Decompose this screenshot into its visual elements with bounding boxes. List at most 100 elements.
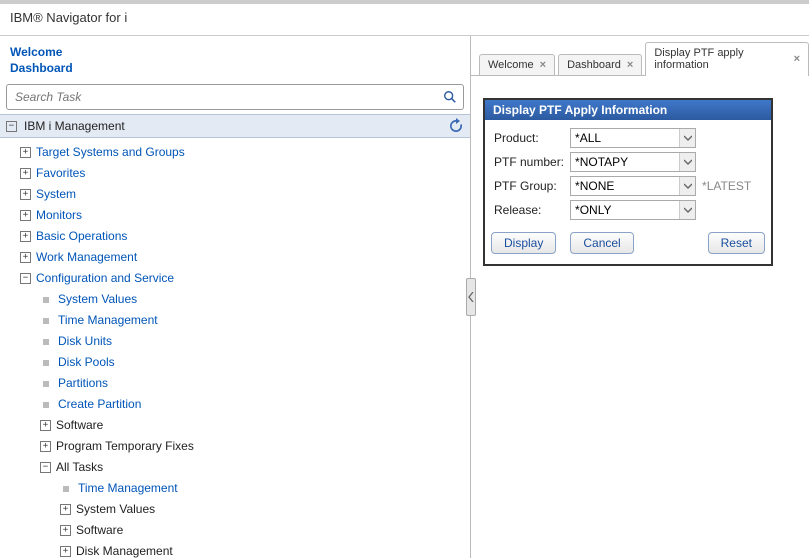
reset-button[interactable]: Reset — [708, 232, 765, 254]
tab-dashboard[interactable]: Dashboard× — [558, 54, 642, 75]
tab-label: Welcome — [488, 59, 534, 71]
tree-item-label: System Values — [76, 501, 155, 518]
search-icon — [443, 90, 457, 104]
expand-icon[interactable]: + — [20, 189, 31, 200]
chevron-down-icon[interactable] — [679, 201, 695, 219]
tree-item-label: System — [36, 186, 76, 203]
tree-item-label: Basic Operations — [36, 228, 127, 245]
tree-item-label: Software — [56, 417, 103, 434]
tree-item-label: Disk Units — [58, 333, 112, 350]
tree-item[interactable]: + Monitors — [0, 205, 470, 226]
tree-item-label: Disk Management — [76, 543, 173, 558]
bullet-icon — [43, 381, 49, 387]
expand-icon[interactable]: + — [20, 168, 31, 179]
app-title: IBM® Navigator for i — [0, 4, 809, 36]
collapse-icon[interactable]: − — [40, 462, 51, 473]
tree-item[interactable]: + Favorites — [0, 163, 470, 184]
content-area: Welcome × Dashboard× Display PTF apply in… — [471, 36, 809, 558]
tree-item-label: Create Partition — [58, 396, 141, 413]
expand-icon[interactable]: + — [40, 420, 51, 431]
welcome-link[interactable]: Welcome — [10, 44, 460, 60]
expand-icon[interactable]: + — [40, 441, 51, 452]
tree-item-label: Monitors — [36, 207, 82, 224]
tree-item[interactable]: + Program Temporary Fixes — [0, 436, 470, 457]
chevron-down-icon[interactable] — [679, 153, 695, 171]
tree-root-header[interactable]: − IBM i Management — [0, 114, 470, 138]
tree-item[interactable]: Create Partition — [0, 394, 470, 415]
expand-icon[interactable]: + — [20, 210, 31, 221]
ptfgrp-input[interactable] — [571, 178, 679, 194]
tree-item[interactable]: + Disk Management — [0, 541, 470, 558]
search-input[interactable] — [13, 87, 443, 107]
product-label: Product: — [491, 126, 567, 150]
close-icon[interactable]: × — [794, 53, 800, 65]
search-task[interactable] — [6, 84, 464, 110]
chevron-down-icon[interactable] — [679, 129, 695, 147]
splitter-handle[interactable] — [466, 278, 476, 316]
collapse-icon[interactable]: − — [6, 121, 17, 132]
display-button[interactable]: Display — [491, 232, 556, 254]
dashboard-link[interactable]: Dashboard — [10, 60, 460, 76]
close-icon[interactable]: × — [540, 59, 546, 71]
expand-icon[interactable]: + — [20, 252, 31, 263]
expand-icon[interactable]: + — [60, 546, 71, 557]
tree-item-label: Time Management — [58, 312, 158, 329]
tree-item[interactable]: + Work Management — [0, 247, 470, 268]
expand-icon[interactable]: + — [20, 231, 31, 242]
tree-item[interactable]: System Values — [0, 289, 470, 310]
tree-item[interactable]: Disk Units — [0, 331, 470, 352]
bullet-icon — [63, 486, 69, 492]
tree-item-label: Time Management — [78, 480, 178, 497]
tree-item[interactable]: + Target Systems and Groups — [0, 142, 470, 163]
tree-item-config-service[interactable]: −Configuration and Service — [0, 268, 470, 289]
expand-icon[interactable]: + — [20, 147, 31, 158]
tree-item[interactable]: Time Management — [0, 478, 470, 499]
release-combo[interactable] — [570, 200, 696, 220]
collapse-icon[interactable]: − — [20, 273, 31, 284]
release-label: Release: — [491, 198, 567, 222]
sidebar: Welcome Dashboard − IBM i Management + Ta… — [0, 36, 471, 558]
tree-item[interactable]: Time Management — [0, 310, 470, 331]
product-input[interactable] — [571, 130, 679, 146]
tree-item[interactable]: + Software — [0, 415, 470, 436]
product-combo[interactable] — [570, 128, 696, 148]
tree-item-label: Program Temporary Fixes — [56, 438, 194, 455]
tree-item[interactable]: + System Values — [0, 499, 470, 520]
chevron-down-icon[interactable] — [679, 177, 695, 195]
refresh-icon[interactable] — [448, 118, 464, 134]
expand-icon[interactable]: + — [60, 525, 71, 536]
tree-item-label: Target Systems and Groups — [36, 144, 185, 161]
tree-item[interactable]: + System — [0, 184, 470, 205]
ptfnum-combo[interactable] — [570, 152, 696, 172]
tab-display-ptf[interactable]: Display PTF apply information × — [645, 42, 809, 76]
ptfgrp-combo[interactable] — [570, 176, 696, 196]
bullet-icon — [43, 360, 49, 366]
release-input[interactable] — [571, 202, 679, 218]
tree-item-label: Disk Pools — [58, 354, 115, 371]
bullet-icon — [43, 318, 49, 324]
ptfnum-label: PTF number: — [491, 150, 567, 174]
tab-bar: Welcome × Dashboard× Display PTF apply in… — [471, 36, 809, 76]
tree-item[interactable]: Disk Pools — [0, 352, 470, 373]
ptfnum-input[interactable] — [571, 154, 679, 170]
nav-tree: + Target Systems and Groups + Favorites + S… — [0, 138, 470, 558]
expand-icon[interactable]: + — [60, 504, 71, 515]
tab-label: Display PTF apply information — [654, 47, 787, 71]
tree-item-label: All Tasks — [56, 459, 103, 476]
close-icon[interactable]: × — [627, 59, 633, 71]
panel-title: Display PTF Apply Information — [485, 100, 771, 120]
tree-item[interactable]: + Basic Operations — [0, 226, 470, 247]
ptfgrp-side-value: *LATEST — [699, 174, 754, 198]
bullet-icon — [43, 402, 49, 408]
tree-item[interactable]: Partitions — [0, 373, 470, 394]
bullet-icon — [43, 339, 49, 345]
tree-item-label: Software — [76, 522, 123, 539]
tab-welcome[interactable]: Welcome × — [479, 54, 555, 75]
tree-root-label: IBM i Management — [22, 119, 448, 133]
tree-item-label: Favorites — [36, 165, 85, 182]
tree-item-all-tasks[interactable]: −All Tasks — [0, 457, 470, 478]
tree-item-label: Work Management — [36, 249, 137, 266]
tree-item[interactable]: + Software — [0, 520, 470, 541]
cancel-button[interactable]: Cancel — [570, 232, 633, 254]
bullet-icon — [43, 297, 49, 303]
